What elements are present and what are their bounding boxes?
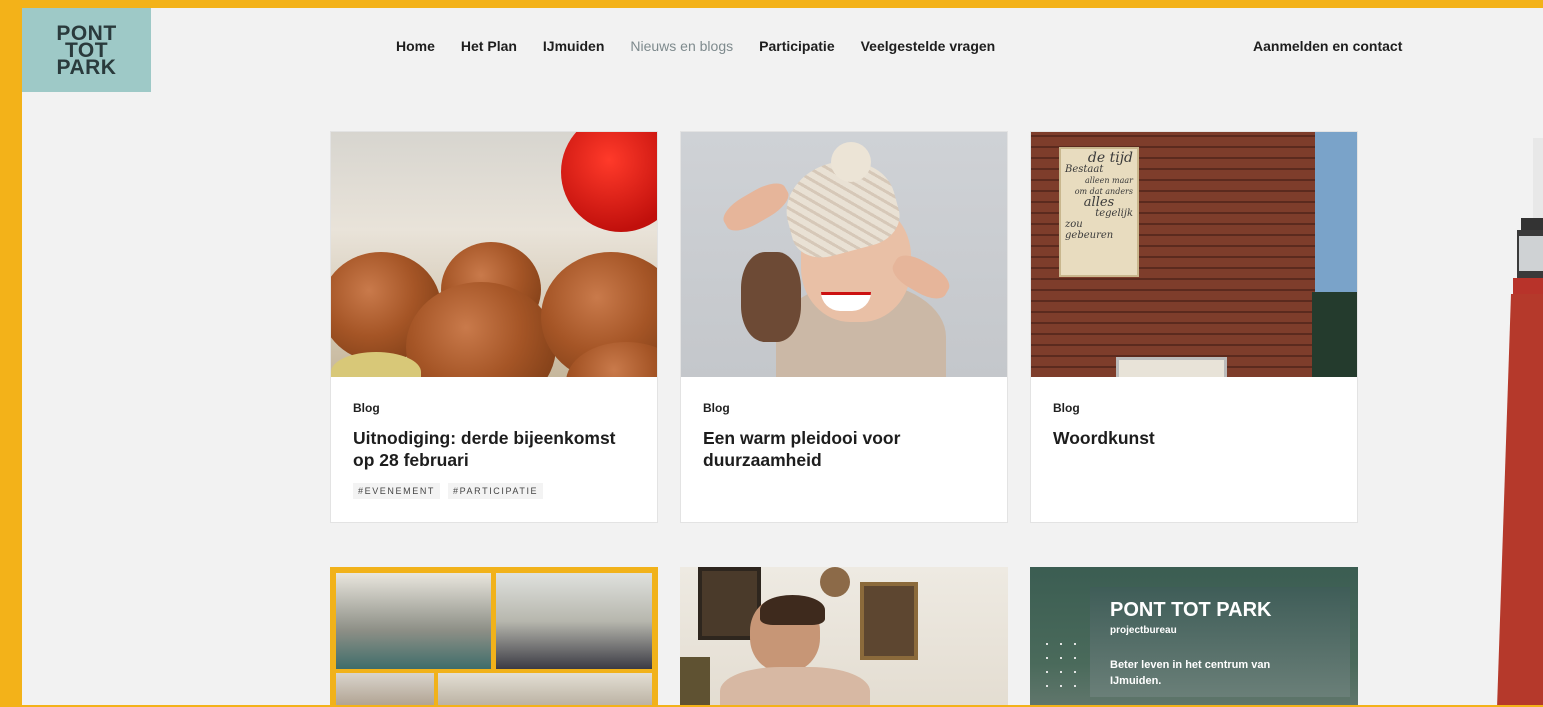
- main-nav: Home Het Plan IJmuiden Nieuws en blogs P…: [396, 38, 995, 54]
- storefront-brand: PONT TOT PARK: [1110, 599, 1272, 621]
- card-image-woman-beanie: [681, 132, 1007, 377]
- nav-ijmuiden[interactable]: IJmuiden: [543, 38, 604, 54]
- poem-line: alleen maar: [1085, 176, 1133, 185]
- nav-participatie[interactable]: Participatie: [759, 38, 834, 54]
- poem-line: zou gebeuren: [1065, 219, 1114, 241]
- blog-card-3[interactable]: de tijd Bestaat alleen maar om dat ander…: [1030, 131, 1358, 523]
- nav-aanmelden-contact[interactable]: Aanmelden en contact: [1253, 38, 1402, 54]
- lighthouse-image: [1493, 128, 1543, 705]
- poem-line: alles: [1083, 195, 1115, 210]
- nav-home[interactable]: Home: [396, 38, 435, 54]
- nav-veelgestelde-vragen[interactable]: Veelgestelde vragen: [861, 38, 996, 54]
- card-category: Blog: [353, 401, 380, 415]
- card-title[interactable]: Een warm pleidooi voor duurzaamheid: [703, 427, 985, 471]
- tag-participatie[interactable]: #PARTICIPATIE: [448, 483, 544, 499]
- logo-line: PARK: [56, 55, 117, 79]
- tag-evenement[interactable]: #EVENEMENT: [353, 483, 441, 499]
- storefront-tagline: Beter leven in het centrum van: [1110, 659, 1271, 671]
- card-image-man-room: [680, 567, 1008, 705]
- storefront-sub: projectbureau: [1110, 625, 1177, 636]
- poem-line: de tijd: [1087, 150, 1133, 166]
- blog-card-4[interactable]: [330, 567, 658, 705]
- card-category: Blog: [703, 401, 730, 415]
- card-image-storefront: PONT TOT PARK projectbureau Beter leven …: [1030, 567, 1358, 705]
- blog-card-1[interactable]: Blog Uitnodiging: derde bijeenkomst op 2…: [330, 131, 658, 523]
- site-logo[interactable]: PONT TOT PARK: [22, 8, 151, 92]
- blog-card-6[interactable]: PONT TOT PARK projectbureau Beter leven …: [1030, 567, 1358, 705]
- card-image-collage: [330, 567, 658, 705]
- nav-het-plan[interactable]: Het Plan: [461, 38, 517, 54]
- card-category: Blog: [1053, 401, 1080, 415]
- poem-line: tegelijk: [1095, 208, 1133, 219]
- card-title[interactable]: Uitnodiging: derde bijeenkomst op 28 feb…: [353, 427, 635, 471]
- card-title[interactable]: Woordkunst: [1053, 427, 1335, 449]
- blog-card-5[interactable]: [680, 567, 1008, 705]
- card-image-wall-poem: de tijd Bestaat alleen maar om dat ander…: [1031, 132, 1357, 377]
- storefront-tagline: IJmuiden.: [1110, 675, 1162, 687]
- page: PONT TOT PARK Home Het Plan IJmuiden Nie…: [22, 8, 1543, 705]
- card-image-bitterballen: [331, 132, 657, 377]
- nav-nieuws-en-blogs[interactable]: Nieuws en blogs: [630, 38, 733, 54]
- blog-card-2[interactable]: Blog Een warm pleidooi voor duurzaamheid: [680, 131, 1008, 523]
